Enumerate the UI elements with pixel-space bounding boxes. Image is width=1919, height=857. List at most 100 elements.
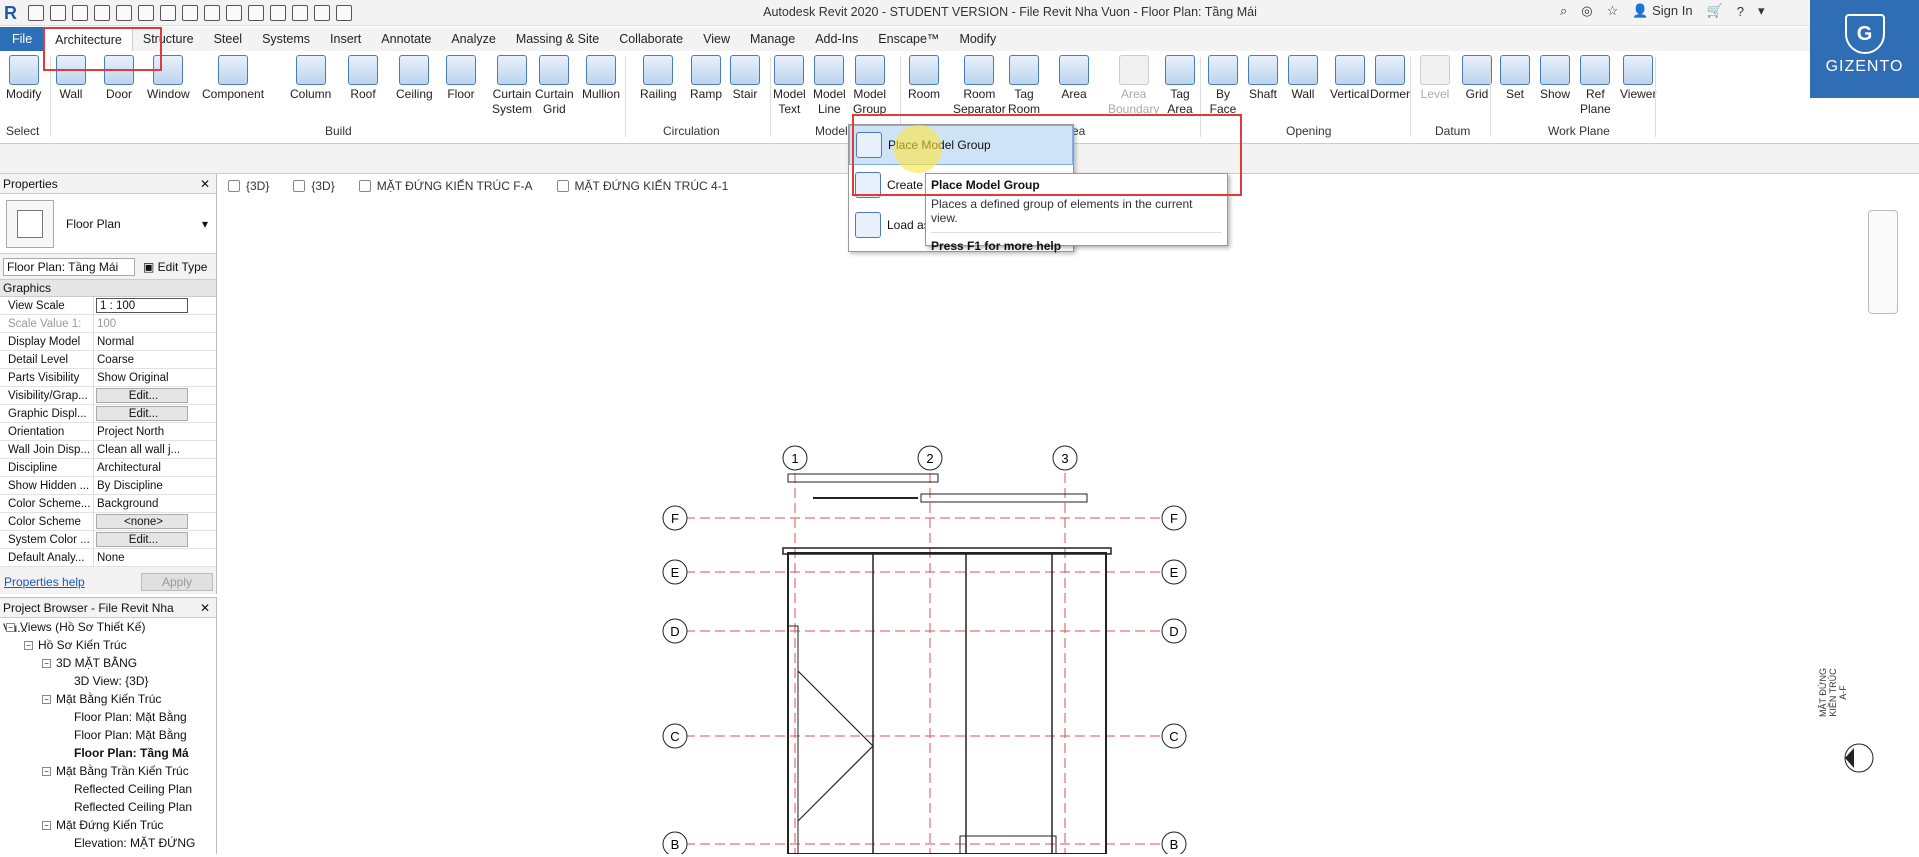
property-row[interactable]: Detail Level Coarse [0, 351, 216, 369]
build-roof-button[interactable]: Roof [348, 55, 378, 102]
circulation-ramp-button[interactable]: Ramp [690, 55, 722, 102]
property-row[interactable]: Color Scheme <none> [0, 513, 216, 531]
search-icon[interactable]: ⌕ [1560, 3, 1567, 19]
property-value[interactable]: Edit... [96, 532, 188, 547]
collapse-toggle-icon[interactable]: − [42, 767, 51, 777]
properties-help-link[interactable]: Properties help [4, 575, 85, 589]
property-value[interactable]: Show Original [94, 369, 186, 386]
type-selector[interactable]: Floor Plan ▾ [0, 194, 216, 254]
room-tag-area-button[interactable]: Tag Area [1165, 55, 1195, 117]
property-value[interactable]: Background [94, 495, 186, 512]
property-row[interactable]: Show Hidden ... By Discipline [0, 477, 216, 495]
section-icon[interactable] [270, 5, 286, 21]
build-component-button[interactable]: Component [202, 55, 264, 102]
3d-view-icon[interactable] [248, 5, 264, 21]
view-tab[interactable]: {3D} [285, 176, 350, 196]
opening-dormer-button[interactable]: Dormer [1370, 55, 1410, 102]
browser-node[interactable]: − Mặt Đứng Kiến Trúc [0, 816, 216, 834]
star-icon[interactable]: ☆ [1607, 3, 1619, 19]
opening-by-face-button[interactable]: By Face [1208, 55, 1238, 117]
property-value[interactable]: Edit... [96, 388, 188, 403]
property-row[interactable]: Wall Join Disp... Clean all wall j... [0, 441, 216, 459]
tab-view[interactable]: View [693, 27, 740, 51]
property-row[interactable]: Graphic Displ... Edit... [0, 405, 216, 423]
revit-logo-icon[interactable]: R [4, 3, 22, 23]
property-value[interactable]: None [94, 549, 186, 566]
tab-systems[interactable]: Systems [252, 27, 320, 51]
property-value[interactable]: 100 [94, 315, 186, 332]
browser-node[interactable]: − Views (Hồ Sơ Thiết Kế) [0, 618, 216, 636]
tab-insert[interactable]: Insert [320, 27, 371, 51]
build-curtain-grid-button[interactable]: Curtain Grid [535, 55, 574, 117]
tag-icon[interactable] [204, 5, 220, 21]
tab-steel[interactable]: Steel [204, 27, 253, 51]
browser-node[interactable]: − Hồ Sơ Kiến Trúc [0, 636, 216, 654]
collapse-toggle-icon[interactable]: − [24, 641, 33, 651]
opening-wall-button[interactable]: Wall [1288, 55, 1318, 102]
model-model-text-button[interactable]: Model Text [773, 55, 806, 117]
browser-node[interactable]: Floor Plan: Mặt Bằng [0, 708, 216, 726]
datum-grid-button[interactable]: Grid [1462, 55, 1492, 102]
property-value[interactable]: <none> [96, 514, 188, 529]
workplane-ref-plane-button[interactable]: Ref Plane [1580, 55, 1611, 117]
browser-node[interactable]: Reflected Ceiling Plan [0, 798, 216, 816]
tab-file[interactable]: File [0, 27, 45, 51]
property-value[interactable]: By Discipline [94, 477, 186, 494]
tab-annotate[interactable]: Annotate [371, 27, 441, 51]
collapse-toggle-icon[interactable]: − [6, 623, 15, 633]
view-tab[interactable]: {3D} [220, 176, 285, 196]
graphics-category[interactable]: Graphics [0, 280, 216, 297]
workplane-set-button[interactable]: Set [1500, 55, 1530, 102]
room-area-boundary-button[interactable]: Area Boundary [1108, 55, 1159, 117]
navigation-bar[interactable] [1868, 210, 1898, 314]
browser-node[interactable]: −3D MẶT BẰNG [0, 654, 216, 672]
save-icon[interactable] [50, 5, 66, 21]
browser-node[interactable]: Elevation: MẶT ĐỨNG [0, 834, 216, 852]
switch-windows-icon[interactable] [336, 5, 352, 21]
build-column-button[interactable]: Column [290, 55, 331, 102]
select-group-label[interactable]: Select [6, 124, 39, 138]
dimension-icon[interactable] [182, 5, 198, 21]
property-row[interactable]: Color Scheme... Background [0, 495, 216, 513]
close-hidden-icon[interactable] [314, 5, 330, 21]
build-curtain-system-button[interactable]: Curtain System [492, 55, 532, 117]
property-value[interactable]: Coarse [94, 351, 186, 368]
tab-collaborate[interactable]: Collaborate [609, 27, 693, 51]
apply-button[interactable]: Apply [140, 573, 213, 591]
print-icon[interactable] [138, 5, 154, 21]
property-value[interactable]: Normal [94, 333, 186, 350]
tab-massing-site[interactable]: Massing & Site [506, 27, 609, 51]
chevron-down-icon[interactable]: ▾ [1758, 3, 1765, 19]
workplane-show-button[interactable]: Show [1540, 55, 1570, 102]
collapse-toggle-icon[interactable]: − [42, 695, 51, 705]
property-row[interactable]: Display Model Normal [0, 333, 216, 351]
sign-in-button[interactable]: 👤 Sign In [1632, 3, 1692, 19]
property-row[interactable]: Visibility/Grap... Edit... [0, 387, 216, 405]
property-row[interactable]: Orientation Project North [0, 423, 216, 441]
tab-analyze[interactable]: Analyze [441, 27, 505, 51]
browser-node[interactable]: 3D View: {3D} [0, 672, 216, 690]
open-icon[interactable] [28, 5, 44, 21]
property-row[interactable]: View Scale 1 : 100 [0, 297, 216, 315]
browser-node[interactable]: Floor Plan: Mặt Bằng [0, 726, 216, 744]
datum-level-button[interactable]: Level [1420, 55, 1450, 102]
property-value[interactable]: 1 : 100 [96, 298, 188, 313]
opening-shaft-button[interactable]: Shaft [1248, 55, 1278, 102]
property-value[interactable]: Architectural [94, 459, 186, 476]
property-row[interactable]: Discipline Architectural [0, 459, 216, 477]
instance-dropdown[interactable]: Floor Plan: Tầng Mái [3, 257, 135, 276]
undo-icon[interactable] [94, 5, 110, 21]
modify-button[interactable]: Modify [6, 55, 41, 102]
browser-node[interactable]: Reflected Ceiling Plan [0, 780, 216, 798]
browser-node[interactable]: − Mặt Bằng Trần Kiến Trúc [0, 762, 216, 780]
close-icon[interactable]: ✕ [200, 174, 210, 193]
model-model-group-button[interactable]: Model Group [853, 55, 886, 117]
build-floor-button[interactable]: Floor [446, 55, 476, 102]
property-row[interactable]: Parts Visibility Show Original [0, 369, 216, 387]
sync-icon[interactable] [72, 5, 88, 21]
property-row[interactable]: System Color ... Edit... [0, 531, 216, 549]
circulation-railing-button[interactable]: Railing [640, 55, 677, 102]
view-tab[interactable]: MẶT ĐỨNG KIẾN TRÚC 4-1 [549, 176, 745, 196]
measure-icon[interactable] [160, 5, 176, 21]
help-icon[interactable]: ? [1737, 4, 1744, 19]
